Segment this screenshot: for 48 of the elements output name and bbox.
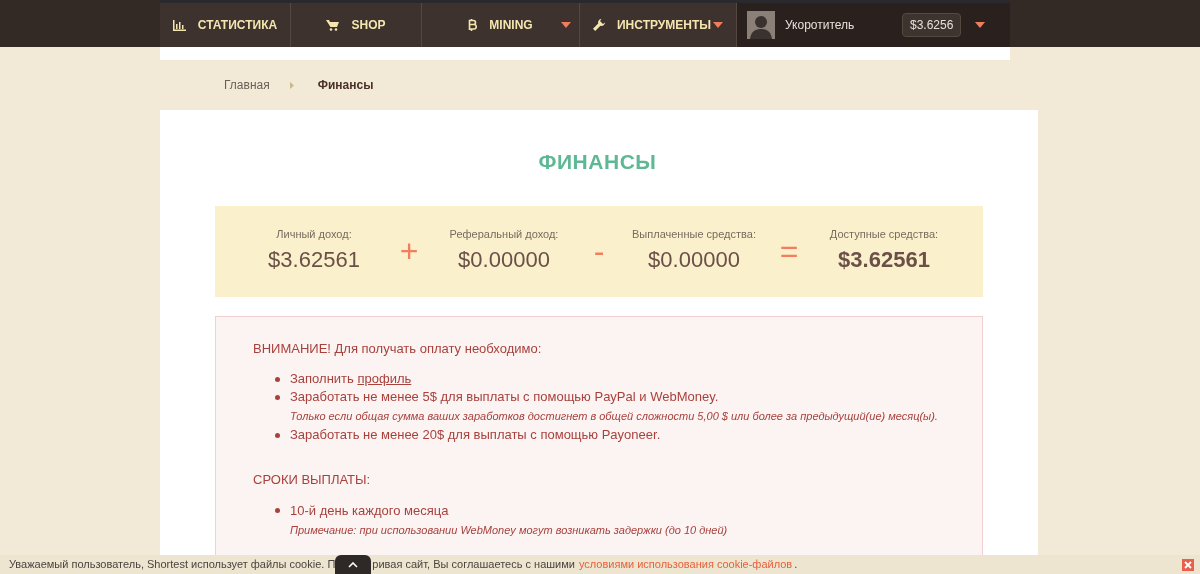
summary-label: Реферальный доход: bbox=[449, 227, 559, 243]
close-icon bbox=[1184, 560, 1192, 569]
wrench-icon bbox=[592, 19, 605, 31]
cookie-text: ривая сайт, Вы соглашаетесь с нашими bbox=[372, 557, 575, 573]
cookie-text: Уважаемый пользователь, Shortest использует файлы cookie. П bbox=[9, 557, 336, 573]
summary-value: $3.62561 bbox=[268, 245, 360, 274]
notice-heading: ВНИМАНИЕ! Для получать оплату необходимо: bbox=[253, 339, 543, 358]
nav-item[interactable]: MINING bbox=[422, 3, 580, 47]
nav-item[interactable]: SHOP bbox=[291, 3, 422, 47]
balance-badge: $3.6256 bbox=[902, 13, 962, 37]
summary-value: $3.62561 bbox=[838, 245, 930, 274]
profile-link[interactable]: профиль bbox=[357, 371, 412, 386]
avatar-icon bbox=[747, 11, 775, 39]
operator-sign: + bbox=[398, 235, 420, 267]
nav-item[interactable]: СТАТИСТИКА bbox=[160, 3, 291, 47]
summary-label: Доступные средства: bbox=[829, 227, 939, 243]
operator-sign: - bbox=[592, 235, 606, 267]
chevron-icon bbox=[289, 81, 294, 89]
bullet-icon bbox=[275, 376, 280, 382]
scroll-up-button[interactable] bbox=[335, 555, 372, 574]
user-name[interactable]: Укоротитель bbox=[785, 16, 902, 34]
bullet-icon bbox=[275, 394, 280, 400]
breadcrumb-item[interactable]: Главная bbox=[224, 76, 270, 94]
list-item-text: Заработать не менее 20$ для выплаты с помощью Payoneer. bbox=[290, 426, 661, 444]
summary-label: Личный доход: bbox=[276, 227, 352, 243]
stats-icon bbox=[172, 19, 186, 31]
bullet-icon bbox=[275, 432, 280, 438]
notice-heading: СРОКИ ВЫПЛАТЫ: bbox=[253, 471, 372, 489]
bitcoin-icon bbox=[468, 19, 478, 31]
summary-value: $0.00000 bbox=[648, 245, 740, 274]
chevron-up-icon bbox=[348, 561, 359, 568]
nav-item[interactable]: ИНСТРУМЕНТЫ bbox=[580, 3, 737, 47]
bullet-icon bbox=[275, 508, 280, 513]
list-item-text: Заработать не менее 5$ для выплаты с помощью PayPal и WebMoney. bbox=[290, 388, 719, 406]
breadcrumb-item: Финансы bbox=[317, 77, 374, 94]
cart-icon bbox=[326, 19, 340, 31]
summary-label: Выплаченные средства: bbox=[632, 227, 756, 243]
list-item-note: Только если общая сумма ваших заработков достигнет в общей сложности 5,00 $ или более за предыдущий(ие) месяц(ы). bbox=[289, 409, 939, 424]
cookie-text: . bbox=[794, 557, 798, 573]
list-item-note: Примечание: при использовании WebMoney могут возникать задержки (до 10 дней) bbox=[289, 522, 729, 538]
summary-value: $0.00000 bbox=[458, 245, 550, 274]
caret-icon bbox=[975, 22, 986, 28]
user-menu-button[interactable] bbox=[975, 22, 986, 28]
list-item-text: 10-й день каждого месяца bbox=[290, 501, 449, 520]
page-title: ФИНАНСЫ bbox=[537, 149, 658, 175]
close-button[interactable] bbox=[1182, 558, 1194, 571]
list-item-text: Заполнить профиль bbox=[290, 370, 412, 388]
operator-sign: = bbox=[778, 235, 800, 267]
